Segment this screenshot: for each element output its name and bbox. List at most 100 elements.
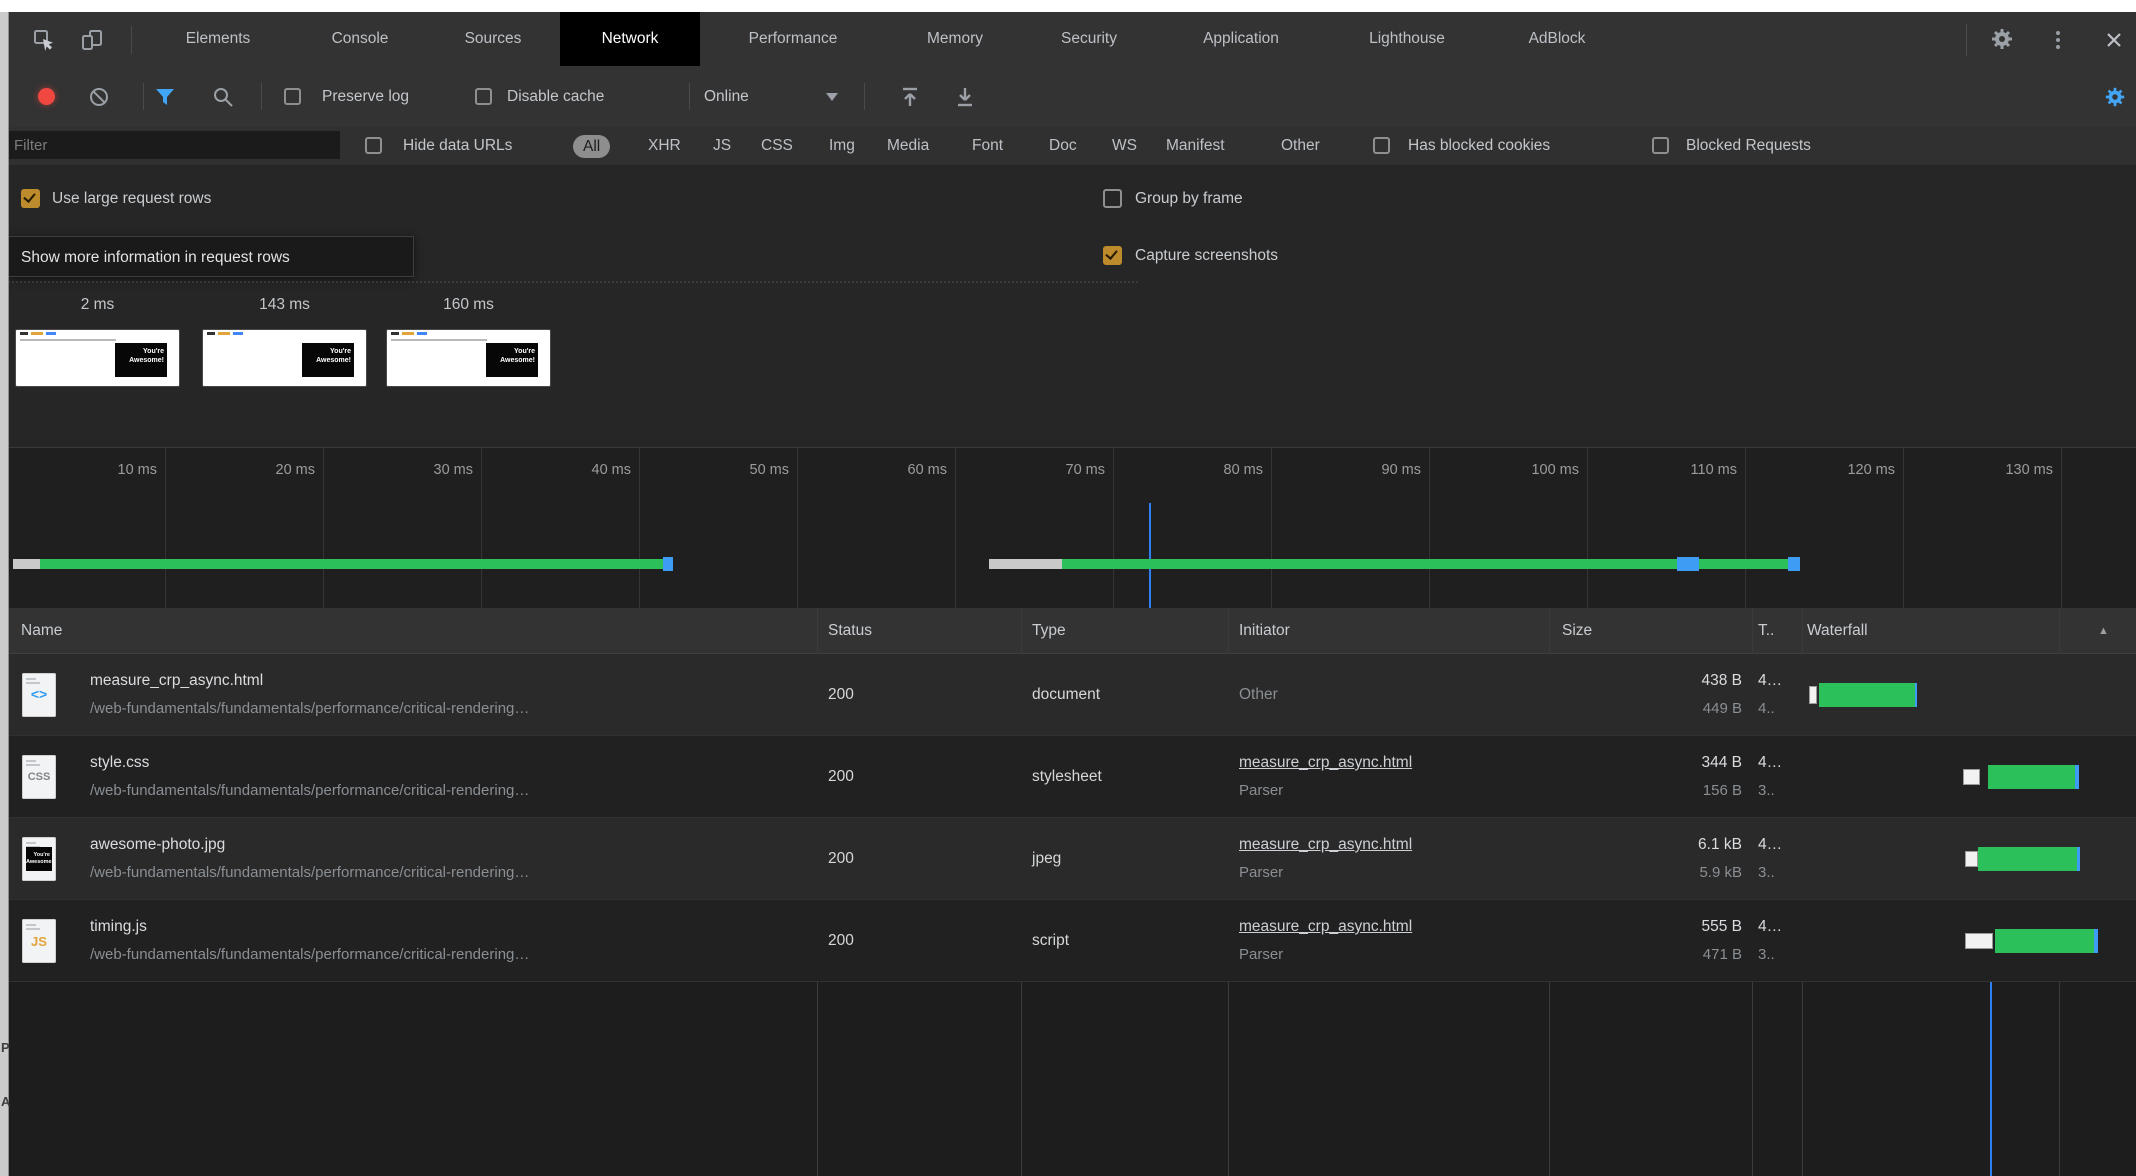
column-header-type[interactable]: Type	[1032, 608, 1066, 654]
table-row[interactable]: You'reAwesome!awesome-photo.jpg/web-fund…	[0, 818, 2136, 900]
file-icon-glyph: CSS	[22, 771, 56, 783]
ruler-gridline	[955, 448, 956, 609]
file-icon-line	[26, 842, 36, 844]
import-har-icon[interactable]	[899, 86, 921, 108]
filter-input[interactable]	[4, 131, 340, 159]
filter-type-css[interactable]: CSS	[761, 127, 793, 165]
hide-data-urls-checkbox[interactable]	[365, 137, 382, 154]
column-header-size[interactable]: Size	[1562, 608, 1592, 654]
jpg-file-icon: You'reAwesome!	[22, 837, 56, 881]
tab-sources[interactable]: Sources	[423, 12, 563, 66]
has-blocked-cookies-checkbox[interactable]	[1373, 137, 1390, 154]
request-initiator-sub: Parser	[1239, 780, 1283, 802]
column-header-waterfall[interactable]: Waterfall	[1807, 608, 1868, 654]
table-row[interactable]: CSSstyle.css/web-fundamentals/fundamenta…	[0, 736, 2136, 818]
request-size: 555 B	[1560, 915, 1742, 939]
ruler-tick-label: 90 ms	[1325, 460, 1421, 480]
preserve-log-label: Preserve log	[322, 83, 409, 110]
record-network-log-button[interactable]	[38, 88, 55, 105]
filmstrip-thumbnail[interactable]: You'reAwesome!	[16, 330, 179, 386]
file-icon-line	[26, 760, 36, 762]
inspect-element-icon[interactable]	[32, 28, 56, 52]
ruler-tick-label: 70 ms	[1009, 460, 1105, 480]
filter-type-ws[interactable]: WS	[1112, 127, 1137, 165]
filmstrip-thumbnail[interactable]: You'reAwesome!	[203, 330, 366, 386]
thumb-title-mark	[46, 332, 56, 335]
request-size-transferred: 156 B	[1560, 780, 1742, 802]
blocked-requests-checkbox[interactable]	[1652, 137, 1669, 154]
column-header-name[interactable]: Name	[21, 608, 62, 654]
request-size-transferred: 449 B	[1560, 698, 1742, 720]
disable-cache-checkbox[interactable]	[475, 88, 492, 105]
ruler-gridline	[323, 448, 324, 609]
column-header-t[interactable]: T..	[1758, 608, 1774, 654]
throttling-dropdown-arrow-icon[interactable]	[826, 93, 838, 101]
filter-type-doc[interactable]: Doc	[1049, 127, 1077, 165]
preserve-log-checkbox[interactable]	[284, 88, 301, 105]
settings-gear-icon[interactable]	[1990, 27, 2014, 51]
search-icon[interactable]	[212, 86, 234, 108]
tab-lighthouse[interactable]: Lighthouse	[1337, 12, 1477, 66]
ruler-tick-label: 60 ms	[851, 460, 947, 480]
request-size: 438 B	[1560, 669, 1742, 693]
filter-type-xhr[interactable]: XHR	[648, 127, 681, 165]
file-icon-line	[26, 682, 40, 684]
tab-elements[interactable]: Elements	[148, 12, 288, 66]
request-status: 200	[828, 929, 854, 953]
filmstrip-thumbnail[interactable]: You'reAwesome!	[387, 330, 550, 386]
filter-type-media[interactable]: Media	[887, 127, 929, 165]
capture-screenshots-checkbox[interactable]	[1103, 246, 1122, 265]
request-initiator-link[interactable]: measure_crp_async.html	[1239, 833, 1412, 857]
network-overview-ruler[interactable]: 10 ms20 ms30 ms40 ms50 ms60 ms70 ms80 ms…	[0, 447, 2136, 608]
sort-indicator-icon[interactable]: ▲	[2098, 608, 2109, 654]
ruler-tick-label: 130 ms	[1957, 460, 2053, 480]
clear-network-log-icon[interactable]	[88, 86, 110, 108]
throttling-select[interactable]: Online	[704, 83, 749, 110]
close-devtools-icon[interactable]	[2102, 28, 2126, 52]
more-options-kebab-icon[interactable]	[2056, 31, 2060, 49]
export-har-icon[interactable]	[954, 86, 976, 108]
tab-application[interactable]: Application	[1171, 12, 1311, 66]
tab-console[interactable]: Console	[290, 12, 430, 66]
table-row[interactable]: <>measure_crp_async.html/web-fundamental…	[0, 654, 2136, 736]
tab-adblock[interactable]: AdBlock	[1487, 12, 1627, 66]
request-name: style.css	[90, 751, 149, 775]
use-large-request-rows-checkbox[interactable]	[21, 189, 40, 208]
css-file-icon: CSS	[22, 755, 56, 799]
request-type: script	[1032, 929, 1069, 953]
filter-type-manifest[interactable]: Manifest	[1166, 127, 1225, 165]
filter-type-font[interactable]: Font	[972, 127, 1003, 165]
tab-security[interactable]: Security	[1019, 12, 1159, 66]
filter-funnel-icon[interactable]	[154, 86, 176, 108]
table-row[interactable]: JStiming.js/web-fundamentals/fundamental…	[0, 900, 2136, 982]
thumb-awesome-line: You're	[302, 347, 351, 356]
ruler-tick-label: 30 ms	[377, 460, 473, 480]
filmstrip-frame-time: 160 ms	[387, 294, 550, 316]
network-settings-gear-icon[interactable]	[2104, 86, 2126, 108]
ruler-gridline	[1429, 448, 1430, 609]
tab-performance[interactable]: Performance	[723, 12, 863, 66]
request-initiator-link[interactable]: measure_crp_async.html	[1239, 751, 1412, 775]
ruler-tick-label: 100 ms	[1483, 460, 1579, 480]
waterfall-bar	[1995, 929, 2094, 953]
device-toolbar-icon[interactable]	[80, 28, 104, 52]
group-by-frame-checkbox[interactable]	[1103, 189, 1122, 208]
thumb-awesome-line: Awesome!	[26, 859, 50, 866]
column-header-initiator[interactable]: Initiator	[1239, 608, 1290, 654]
filter-type-img[interactable]: Img	[829, 127, 855, 165]
filter-type-all[interactable]: All	[573, 135, 610, 158]
tab-memory[interactable]: Memory	[885, 12, 1025, 66]
filter-type-js[interactable]: JS	[713, 127, 731, 165]
request-time: 4…	[1758, 669, 1782, 693]
thumb-title-mark	[417, 332, 427, 335]
filter-type-other[interactable]: Other	[1281, 127, 1320, 165]
file-icon-glyph: <>	[22, 686, 56, 702]
network-toolbar: Preserve log Disable cache Online	[0, 66, 2136, 128]
html-file-icon: <>	[22, 673, 56, 717]
thumb-awesome-line: Awesome!	[115, 356, 164, 365]
tab-network[interactable]: Network	[560, 12, 700, 66]
ruler-gridline	[1745, 448, 1746, 609]
thumb-title-mark	[218, 332, 230, 335]
column-header-status[interactable]: Status	[828, 608, 872, 654]
request-initiator-link[interactable]: measure_crp_async.html	[1239, 915, 1412, 939]
